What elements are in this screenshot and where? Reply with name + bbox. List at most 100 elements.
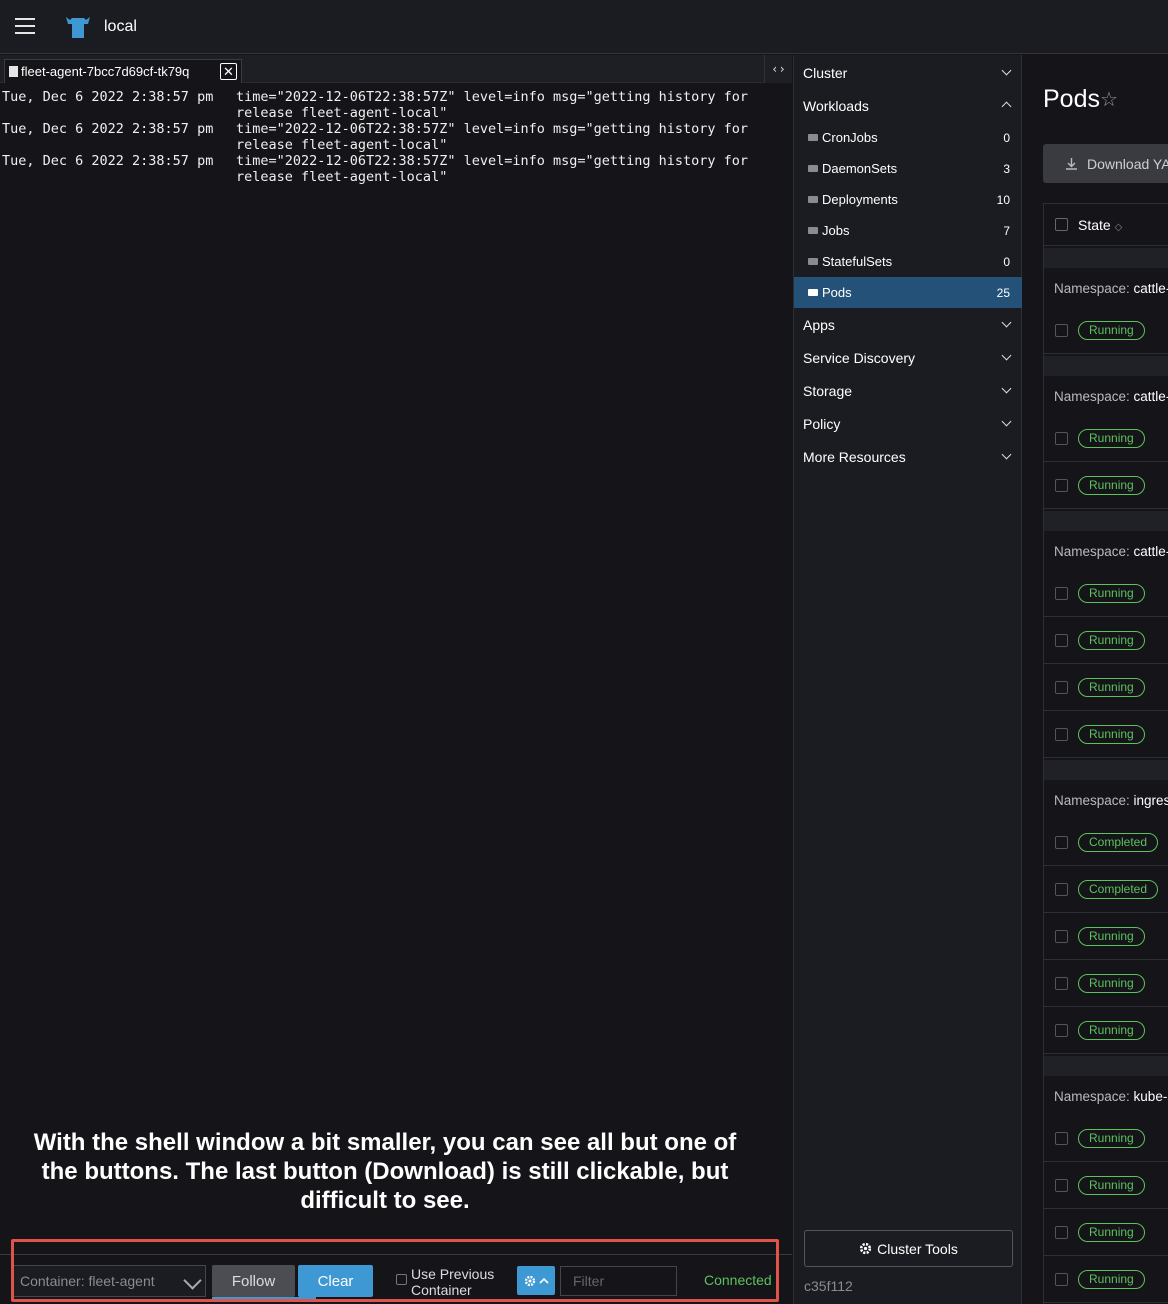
table-row[interactable]: Running <box>1044 415 1168 462</box>
nav-item-statefulsets[interactable]: StatefulSets 0 <box>794 246 1022 277</box>
log-tab[interactable]: fleet-agent-7bcc7d69cf-tk79q ✕ <box>4 59 242 83</box>
row-checkbox[interactable] <box>1055 680 1068 694</box>
table-row[interactable]: Running <box>1044 617 1168 664</box>
row-checkbox[interactable] <box>1055 727 1068 741</box>
table-row[interactable]: Completed <box>1044 819 1168 866</box>
namespace-label: Namespace: cattle- <box>1054 544 1168 559</box>
table-row[interactable]: Running <box>1044 1256 1168 1303</box>
nav-group-storage[interactable]: Storage <box>794 374 1022 407</box>
state-column-label: State <box>1078 216 1111 233</box>
row-checkbox[interactable] <box>1055 882 1068 896</box>
row-checkbox[interactable] <box>1055 478 1068 492</box>
state-column-header[interactable]: State ◇ <box>1078 217 1122 233</box>
container-select[interactable]: Container: fleet-agent <box>12 1265 206 1297</box>
download-icon <box>1066 158 1077 170</box>
main-content: Pods ☆ Download YA State ◇ Namespace: ca… <box>1023 55 1168 1304</box>
folder-icon <box>808 134 818 141</box>
namespace-label: Namespace: ingres <box>1054 793 1168 808</box>
nav-item-count: 10 <box>996 192 1010 207</box>
version-label: c35f112 <box>804 1278 853 1294</box>
row-checkbox[interactable] <box>1055 976 1068 990</box>
log-message: time="2022-12-06T22:38:57Z" level=info m… <box>236 153 749 185</box>
status-badge: Completed <box>1078 832 1159 852</box>
nav-item-daemonsets[interactable]: DaemonSets 3 <box>794 153 1022 184</box>
row-checkbox[interactable] <box>1055 1178 1068 1192</box>
settings-button[interactable] <box>517 1266 555 1295</box>
log-tab-bar: fleet-agent-7bcc7d69cf-tk79q ✕ ‹› <box>0 55 792 83</box>
use-previous-checkbox[interactable] <box>396 1274 407 1285</box>
nav-group-apps[interactable]: Apps <box>794 308 1022 341</box>
expand-icon[interactable]: ‹› <box>764 55 792 83</box>
file-icon <box>9 66 18 77</box>
status-badge: Running <box>1078 320 1145 340</box>
table-row[interactable]: Running <box>1044 1162 1168 1209</box>
nav-item-count: 0 <box>1003 130 1010 145</box>
nav-item-label: StatefulSets <box>822 254 893 269</box>
nav-group-cluster[interactable]: Cluster <box>794 56 1022 89</box>
chevron-down-icon <box>1001 416 1012 427</box>
table-row[interactable]: Running <box>1044 711 1168 758</box>
side-nav: Cluster Workloads CronJobs 0 DaemonSets 3 … <box>793 55 1022 1304</box>
row-checkbox[interactable] <box>1055 1023 1068 1037</box>
nav-item-label: Jobs <box>822 223 850 238</box>
namespace-label: Namespace: cattle- <box>1054 389 1168 404</box>
row-checkbox[interactable] <box>1055 1131 1068 1145</box>
nav-item-cronjobs[interactable]: CronJobs 0 <box>794 122 1022 153</box>
nav-group-service-discovery[interactable]: Service Discovery <box>794 341 1022 374</box>
row-checkbox[interactable] <box>1055 586 1068 600</box>
cluster-tools-label: Cluster Tools <box>877 1240 958 1257</box>
clear-button[interactable]: Clear <box>298 1265 373 1297</box>
nav-group-label: Workloads <box>803 97 869 114</box>
nav-item-pods[interactable]: Pods 25 <box>794 277 1022 308</box>
nav-group-label: Cluster <box>803 64 848 81</box>
folder-icon <box>808 289 818 296</box>
nav-item-deployments[interactable]: Deployments 10 <box>794 184 1022 215</box>
nav-item-jobs[interactable]: Jobs 7 <box>794 215 1022 246</box>
menu-icon[interactable] <box>15 18 35 34</box>
row-checkbox[interactable] <box>1055 633 1068 647</box>
folder-icon <box>808 196 818 203</box>
status-badge: Running <box>1078 583 1145 603</box>
nav-item-label: CronJobs <box>822 130 878 145</box>
row-checkbox[interactable] <box>1055 431 1068 445</box>
download-yaml-button[interactable]: Download YA <box>1043 144 1168 183</box>
cluster-name[interactable]: local <box>104 18 137 36</box>
row-checkbox[interactable] <box>1055 1272 1068 1286</box>
nav-group-policy[interactable]: Policy <box>794 407 1022 440</box>
status-badge: Running <box>1078 475 1145 495</box>
table-row[interactable]: Running <box>1044 570 1168 617</box>
table-row[interactable]: Running <box>1044 307 1168 354</box>
table-row[interactable]: Completed <box>1044 866 1168 913</box>
chevron-down-icon <box>1001 449 1012 460</box>
close-icon[interactable]: ✕ <box>220 63 237 80</box>
gear-icon <box>860 1242 872 1255</box>
log-timestamp: Tue, Dec 6 2022 2:38:57 pm <box>2 89 214 105</box>
container-select-value: Container: fleet-agent <box>20 1273 155 1289</box>
status-badge: Running <box>1078 926 1145 946</box>
nav-group-more-resources[interactable]: More Resources <box>794 440 1022 473</box>
folder-icon <box>808 258 818 265</box>
row-checkbox[interactable] <box>1055 835 1068 849</box>
table-row[interactable]: Running <box>1044 1007 1168 1054</box>
table-row[interactable]: Running <box>1044 462 1168 509</box>
log-pane: fleet-agent-7bcc7d69cf-tk79q ✕ ‹› Tue, D… <box>0 55 792 1304</box>
namespace-name: cattle- <box>1133 281 1168 296</box>
row-checkbox[interactable] <box>1055 1225 1068 1239</box>
follow-button[interactable]: Follow <box>212 1265 295 1297</box>
table-row[interactable]: Running <box>1044 960 1168 1007</box>
table-row[interactable]: Running <box>1044 1209 1168 1256</box>
table-row[interactable]: Running <box>1044 1115 1168 1162</box>
namespace-separator <box>1044 760 1168 780</box>
star-icon[interactable]: ☆ <box>1100 87 1118 112</box>
status-badge: Running <box>1078 724 1145 744</box>
cluster-tools-button[interactable]: Cluster Tools <box>804 1230 1013 1267</box>
table-row[interactable]: Running <box>1044 913 1168 960</box>
table-row[interactable]: Running <box>1044 664 1168 711</box>
nav-group-workloads[interactable]: Workloads <box>794 89 1022 122</box>
use-previous-label: Use Previous Container <box>411 1266 495 1298</box>
table-header: State ◇ <box>1044 203 1168 246</box>
select-all-checkbox[interactable] <box>1055 218 1068 231</box>
filter-input[interactable] <box>560 1266 677 1296</box>
row-checkbox[interactable] <box>1055 929 1068 943</box>
row-checkbox[interactable] <box>1055 323 1068 337</box>
